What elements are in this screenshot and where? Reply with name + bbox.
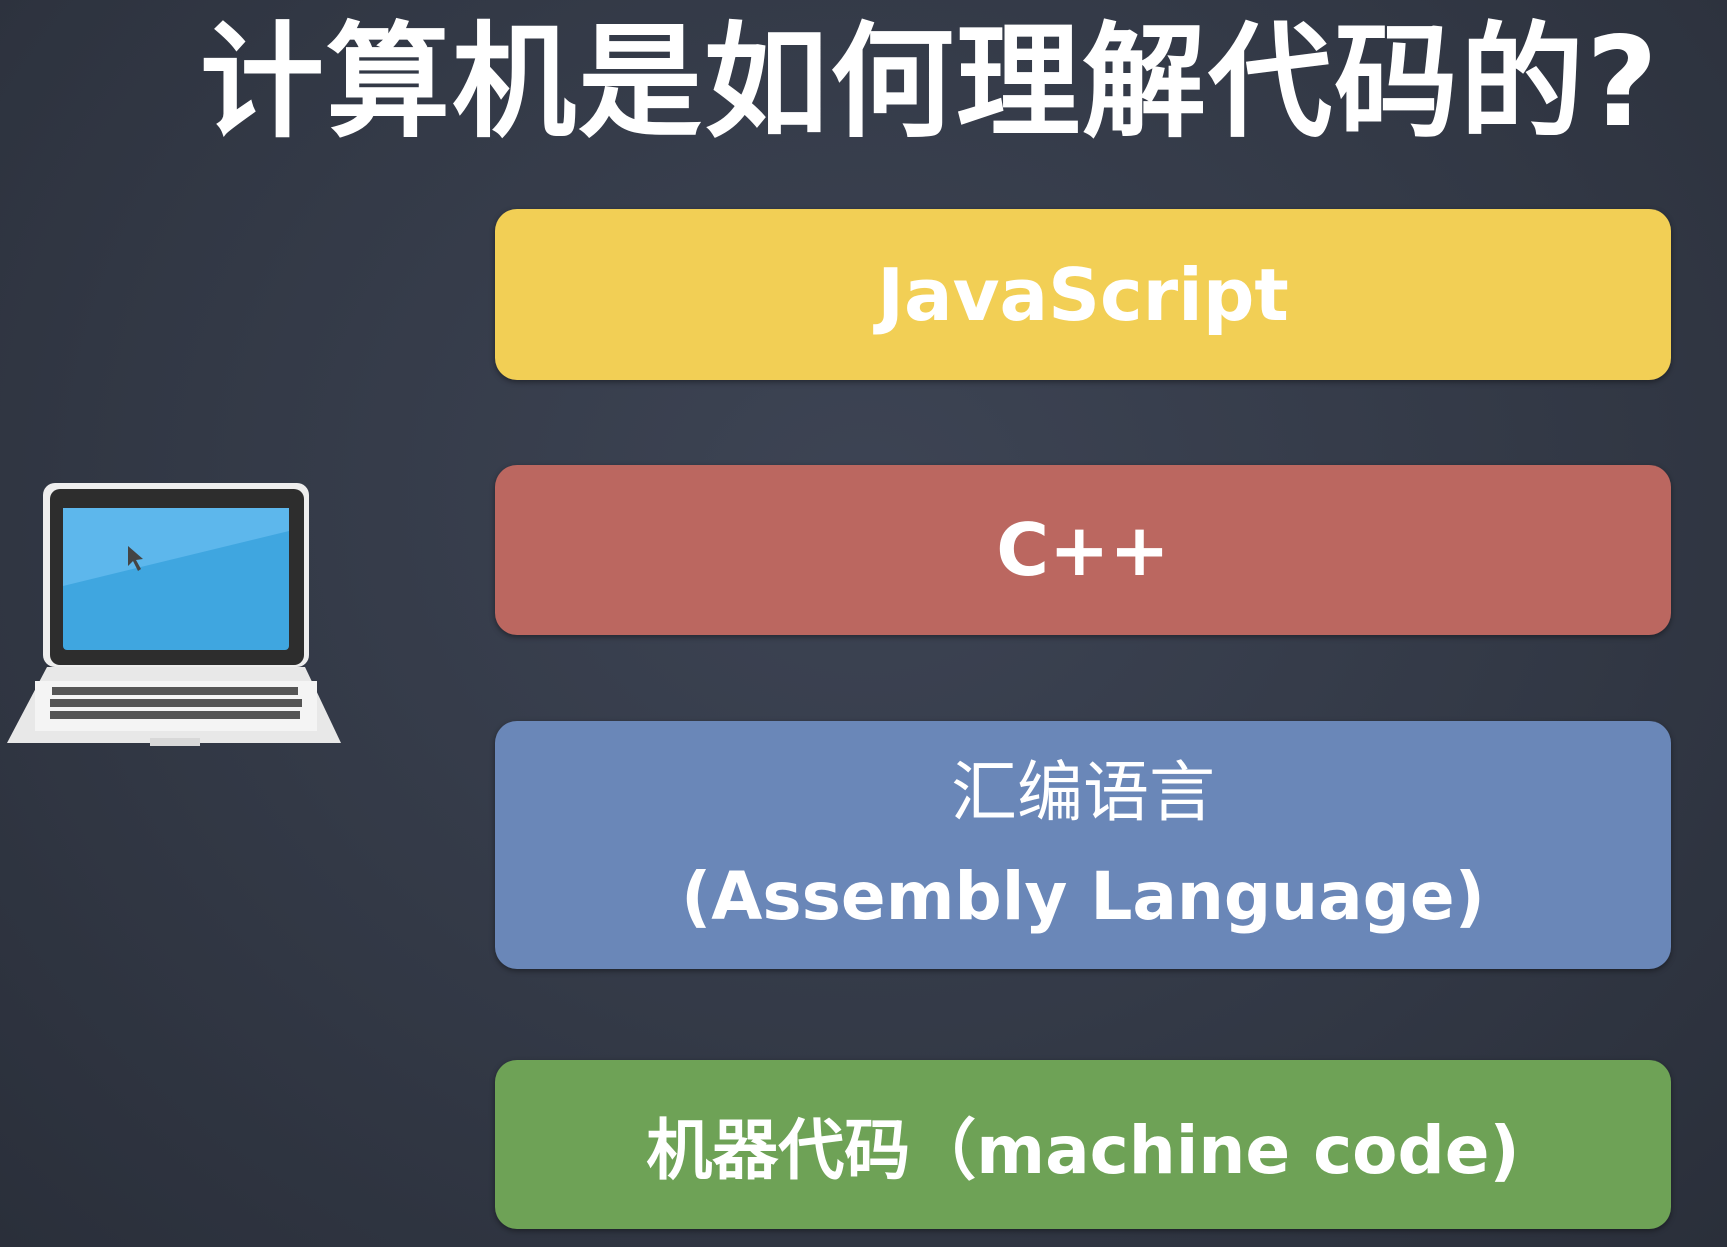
layer-cpp: C++ [495, 465, 1671, 635]
layer-label: C++ [996, 508, 1170, 592]
laptop-icon [7, 483, 341, 746]
layer-machine-code: 机器代码（machine code) [495, 1060, 1671, 1229]
layer-label: 机器代码（machine code) [646, 1111, 1520, 1189]
layer-assembly: 汇编语言 (Assembly Language) [495, 721, 1671, 969]
layer-label-en: (Assembly Language) [681, 858, 1485, 935]
layer-label: JavaScript [877, 252, 1289, 337]
slide-title: 计算机是如何理解代码的? [200, 11, 1660, 155]
layer-label-zh: 汇编语言 [951, 754, 1215, 831]
layer-javascript: JavaScript [495, 209, 1671, 380]
